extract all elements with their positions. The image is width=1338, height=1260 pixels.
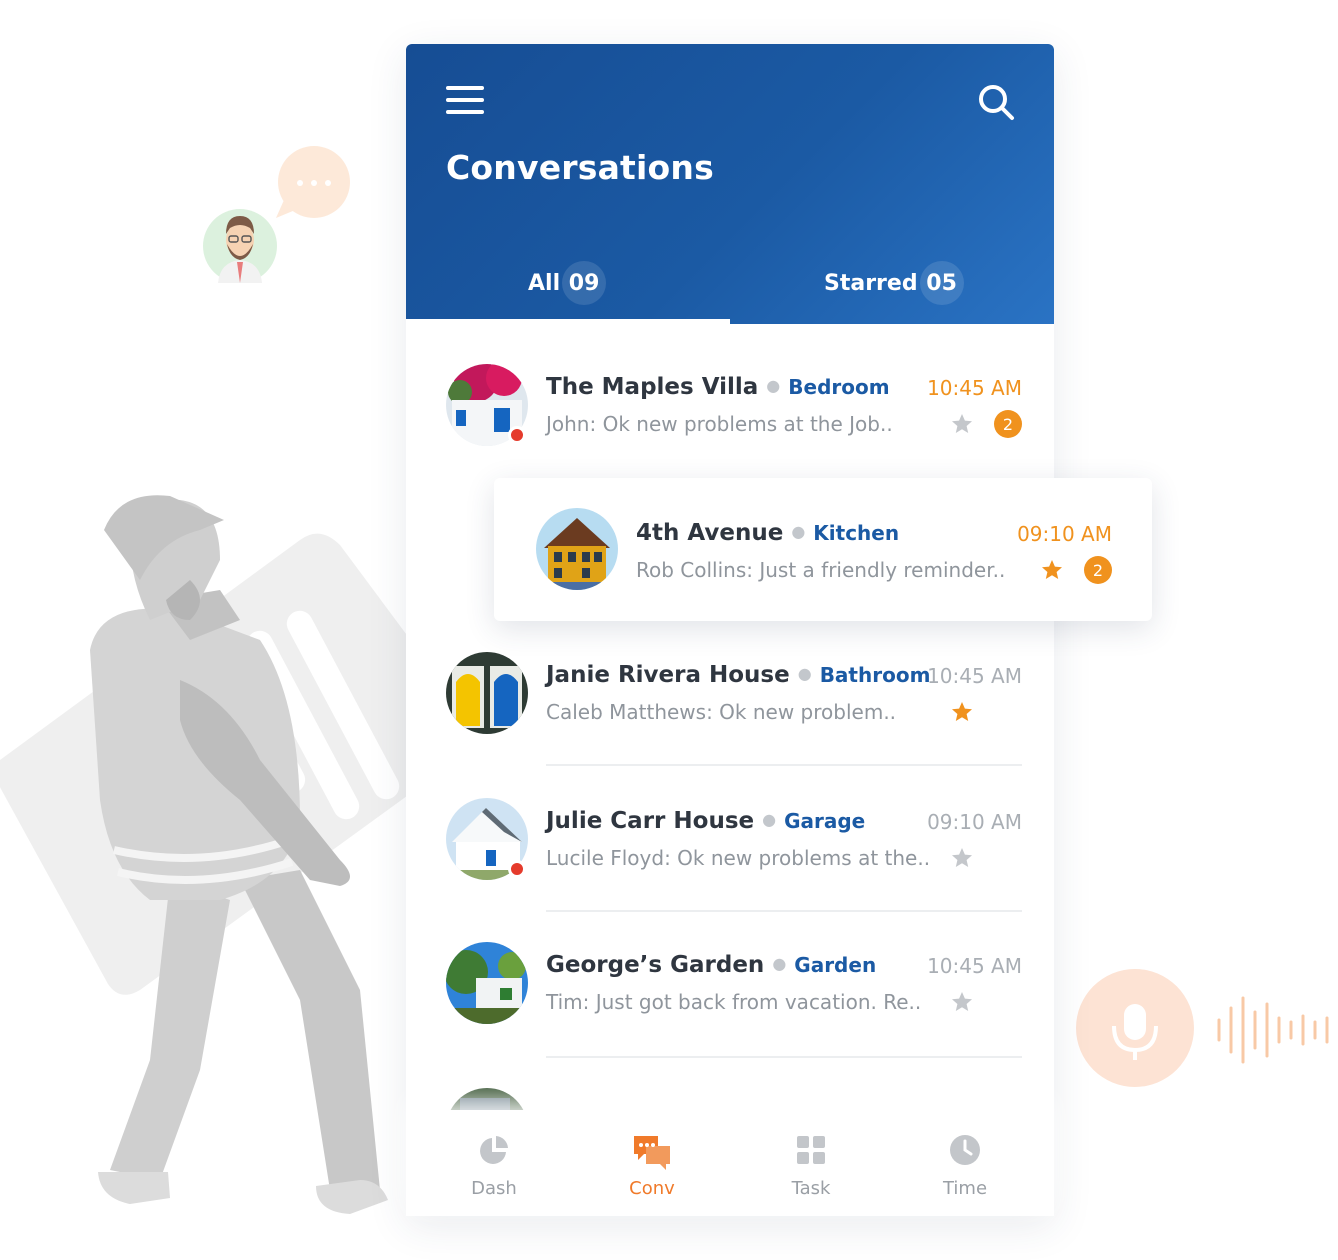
conversation-row[interactable]: George’s Garden ● Garden 10:45 AM Tim: Jus…	[406, 942, 1054, 1062]
highlighted-conversation-card[interactable]: 4th Avenue ● Kitchen 09:10 AM Rob Collins:…	[494, 478, 1152, 621]
property-name: 4th Avenue	[636, 520, 784, 546]
bottom-navigation: Dash Conv Task Time	[406, 1110, 1054, 1216]
tab-starred-count: 05	[919, 261, 964, 305]
nav-label: Dash	[471, 1178, 517, 1199]
divider	[546, 1056, 1022, 1058]
conversation-row[interactable]: Julie Carr House ● Garage 09:10 AM Lucile …	[406, 798, 1054, 918]
man-avatar-icon	[203, 209, 277, 283]
hamburger-menu-icon[interactable]	[446, 84, 486, 116]
property-avatar	[446, 652, 528, 734]
phone-screen: Conversations All 09 Starred 05 The Mapl…	[406, 44, 1054, 1216]
star-icon[interactable]	[950, 846, 974, 870]
star-icon[interactable]	[950, 990, 974, 1014]
grid-icon	[797, 1136, 825, 1164]
property-name: George’s Garden	[546, 952, 765, 978]
conversation-title: The Maples Villa ● Bedroom	[546, 374, 890, 400]
microphone-icon	[1076, 969, 1194, 1087]
conversation-title: George’s Garden ● Garden	[546, 952, 877, 978]
star-icon[interactable]	[1040, 558, 1064, 582]
tab-starred-label: Starred	[824, 270, 918, 296]
nav-label: Task	[791, 1178, 831, 1199]
property-avatar	[446, 942, 528, 1024]
conversation-row[interactable]: Janie Rivera House ● Bathroom 10:45 AM Cal…	[406, 652, 1054, 772]
nav-task[interactable]: Task	[751, 1110, 871, 1216]
nav-conv[interactable]: Conv	[592, 1110, 712, 1216]
property-avatar	[446, 1088, 528, 1110]
message-preview: Caleb Matthews: Ok new problem..	[546, 700, 897, 724]
message-preview: John: Ok new problems at the Job..	[546, 412, 893, 436]
divider	[546, 910, 1022, 912]
typing-bubble-icon	[276, 146, 350, 218]
online-indicator	[508, 426, 526, 444]
property-name: Julie Carr House	[546, 808, 755, 834]
conversation-title: Janie Rivera House ● Bathroom	[546, 662, 931, 688]
conversation-row[interactable]: The Maples Villa ● Bedroom 10:45 AM John: …	[406, 364, 1054, 484]
timestamp: 09:10 AM	[927, 810, 1022, 834]
star-icon[interactable]	[950, 700, 974, 724]
soundwave-icon	[1217, 996, 1329, 1064]
nav-dash[interactable]: Dash	[434, 1110, 554, 1216]
tab-all-label: All	[528, 270, 561, 296]
timestamp: 10:45 AM	[927, 376, 1022, 400]
search-icon[interactable]	[976, 82, 1016, 122]
timestamp: 10:45 AM	[927, 954, 1022, 978]
timestamp: 10:45 AM	[927, 664, 1022, 688]
message-preview: Lucile Floyd: Ok new problems at the..	[546, 846, 931, 870]
online-indicator	[508, 860, 526, 878]
chat-bubbles-icon	[634, 1136, 670, 1170]
unread-badge: 2	[994, 410, 1022, 438]
room-label: Garage	[784, 809, 866, 833]
page-title: Conversations	[446, 148, 714, 187]
nav-label: Conv	[629, 1178, 675, 1199]
property-name: Janie Rivera House	[546, 662, 790, 688]
conversation-list[interactable]: The Maples Villa ● Bedroom 10:45 AM John: …	[406, 324, 1054, 1110]
message-preview: Rob Collins: Just a friendly reminder..	[636, 558, 1006, 582]
pie-chart-icon	[480, 1136, 508, 1164]
nav-time[interactable]: Time	[905, 1110, 1025, 1216]
unread-badge: 2	[1084, 556, 1112, 584]
property-name: The Maples Villa	[546, 374, 759, 400]
tab-all-count: 09	[562, 261, 607, 305]
app-header: Conversations All 09 Starred 05	[406, 44, 1054, 324]
room-label: Garden	[794, 953, 877, 977]
tab-starred[interactable]: Starred 05	[824, 256, 964, 310]
property-avatar	[536, 508, 618, 590]
room-label: Bedroom	[788, 375, 890, 399]
conversation-row[interactable]	[406, 1088, 1054, 1110]
nav-label: Time	[942, 1178, 988, 1199]
timestamp: 09:10 AM	[1017, 522, 1112, 546]
conversation-title: Julie Carr House ● Garage	[546, 808, 866, 834]
star-icon[interactable]	[950, 412, 974, 436]
room-label: Kitchen	[813, 521, 900, 545]
divider	[546, 764, 1022, 766]
conversation-title: 4th Avenue ● Kitchen	[636, 520, 900, 546]
clock-icon	[950, 1135, 980, 1165]
room-label: Bathroom	[819, 663, 931, 687]
message-preview: Tim: Just got back from vacation. Re..	[546, 990, 922, 1014]
tab-all[interactable]: All 09	[528, 256, 607, 310]
